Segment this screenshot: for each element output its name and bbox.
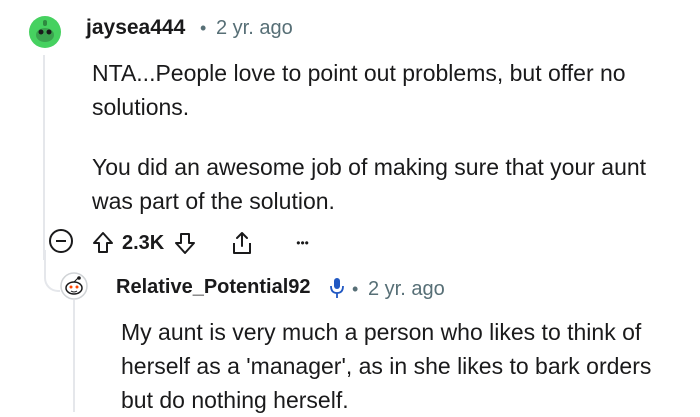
comment-author[interactable]: jaysea444 [86, 16, 185, 40]
avatar[interactable] [60, 272, 88, 300]
meta-separator: • [200, 18, 207, 38]
comment-paragraph: NTA...People love to point out problems,… [92, 60, 626, 120]
comment-paragraph: You did an awesome job of making sure th… [92, 154, 647, 214]
thread-connector [44, 250, 60, 292]
snoo-avatar-icon [29, 16, 61, 48]
microphone-icon [330, 277, 344, 299]
downvote-button[interactable] [174, 231, 196, 255]
downvote-icon [175, 233, 196, 254]
share-icon [233, 232, 252, 254]
thread-line[interactable] [43, 55, 45, 260]
comment-body: NTA...People love to point out problems,… [92, 56, 672, 218]
reply-body: My aunt is very much a person who likes … [121, 315, 661, 417]
more-button[interactable]: ••• [296, 234, 309, 252]
meta-separator: • [352, 279, 359, 299]
share-button[interactable] [230, 230, 254, 256]
reply-timestamp[interactable]: 2 yr. ago [368, 278, 445, 301]
upvote-button[interactable] [92, 231, 114, 255]
reply-author[interactable]: Relative_Potential92 [116, 276, 311, 299]
comment-action-bar: 2.3K ••• [92, 228, 309, 258]
more-icon: ••• [296, 236, 309, 250]
avatar[interactable] [28, 15, 62, 49]
comment-timestamp[interactable]: 2 yr. ago [216, 17, 293, 40]
snoo-avatar-icon [60, 272, 88, 300]
reply-paragraph: My aunt is very much a person who likes … [121, 319, 652, 413]
upvote-icon [93, 232, 113, 253]
vote-count: 2.3K [122, 231, 165, 254]
thread-line[interactable] [73, 300, 75, 412]
